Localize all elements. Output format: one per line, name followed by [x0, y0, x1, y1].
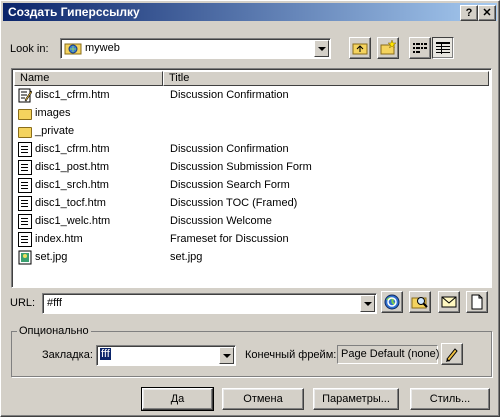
dialog-title: Создать Гиперссылку	[8, 5, 140, 19]
url-value: #fff	[47, 297, 62, 309]
html-edit-icon	[18, 88, 33, 103]
page-icon	[18, 178, 32, 193]
file-list-row[interactable]: disc1_cfrm.htm Discussion Confirmation	[14, 87, 484, 105]
optional-group-label: Опционально	[17, 325, 91, 337]
file-list-row[interactable]: disc1_post.htm Discussion Submission Form	[14, 159, 484, 177]
file-list-row[interactable]: index.htm Frameset for Discussion	[14, 231, 484, 249]
new-folder-button[interactable]	[377, 37, 399, 59]
new-page-icon	[471, 294, 483, 310]
file-list-row[interactable]: _private	[14, 123, 484, 141]
close-button[interactable]: ✕	[478, 5, 496, 21]
page-icon	[18, 232, 32, 247]
column-header-name[interactable]: Name	[14, 71, 163, 86]
file-list-row[interactable]: images	[14, 105, 484, 123]
file-name: index.htm	[35, 233, 83, 245]
file-list-row[interactable]: disc1_welc.htm Discussion Welcome	[14, 213, 484, 231]
page-icon	[18, 196, 32, 211]
look-in-dropdown-arrow[interactable]	[314, 40, 329, 57]
new-page-button[interactable]	[466, 291, 488, 313]
up-one-level-button[interactable]	[349, 37, 371, 59]
file-title: Discussion Confirmation	[170, 143, 289, 155]
edit-target-frame-button[interactable]	[441, 343, 463, 365]
bookmark-label: Закладка:	[42, 349, 93, 361]
bookmark-value: fff	[100, 348, 111, 360]
web-folder-icon	[64, 43, 82, 55]
page-icon	[18, 142, 32, 157]
file-name: disc1_cfrm.htm	[35, 143, 110, 155]
envelope-icon	[441, 296, 457, 308]
folder-icon	[18, 127, 32, 138]
target-frame-field: Page Default (none)	[337, 345, 440, 364]
browse-file-button[interactable]	[409, 291, 431, 313]
new-folder-icon	[380, 39, 397, 55]
file-title: Discussion TOC (Framed)	[170, 197, 298, 209]
file-title: Discussion Submission Form	[170, 161, 312, 173]
folder-up-icon	[352, 43, 368, 55]
create-hyperlink-dialog: Создать Гиперссылку ? ✕ Look in: myweb N…	[0, 0, 500, 417]
column-header-title[interactable]: Title	[163, 71, 489, 86]
look-in-label: Look in:	[10, 43, 49, 55]
web-browse-icon	[384, 294, 400, 310]
file-title: Discussion Search Form	[170, 179, 290, 191]
style-button[interactable]: Стиль...	[410, 388, 490, 410]
folder-icon	[18, 109, 32, 120]
file-name: disc1_post.htm	[35, 161, 109, 173]
cancel-button[interactable]: Отмена	[222, 388, 304, 410]
file-name: _private	[35, 125, 75, 137]
url-label: URL:	[10, 297, 36, 309]
file-title: Frameset for Discussion	[170, 233, 289, 245]
url-combo[interactable]: #fff	[42, 293, 377, 314]
look-in-combo[interactable]: myweb	[60, 38, 331, 59]
target-frame-value: Page Default (none)	[341, 348, 440, 360]
help-button[interactable]: ?	[460, 5, 478, 21]
email-link-button[interactable]	[438, 291, 460, 313]
page-icon	[18, 160, 32, 175]
file-name: disc1_welc.htm	[35, 215, 111, 227]
pencil-icon	[446, 348, 458, 362]
ok-button[interactable]: Да	[141, 387, 214, 411]
file-title: Discussion Welcome	[170, 215, 272, 227]
page-icon	[18, 214, 32, 229]
image-icon	[18, 250, 32, 265]
file-title: Discussion Confirmation	[170, 89, 289, 101]
details-view-icon	[436, 42, 450, 54]
file-list-row[interactable]: disc1_tocf.htm Discussion TOC (Framed)	[14, 195, 484, 213]
file-name: disc1_cfrm.htm	[35, 89, 110, 101]
bookmark-dropdown-arrow[interactable]	[219, 347, 234, 364]
file-name: set.jpg	[35, 251, 68, 263]
browse-web-button[interactable]	[381, 291, 403, 313]
parameters-button[interactable]: Параметры...	[313, 388, 399, 410]
search-folder-icon	[411, 297, 428, 309]
list-view-icon	[413, 43, 427, 53]
file-list-row[interactable]: disc1_srch.htm Discussion Search Form	[14, 177, 484, 195]
file-title: set.jpg	[170, 251, 203, 263]
file-list-row[interactable]: disc1_cfrm.htm Discussion Confirmation	[14, 141, 484, 159]
list-view-button[interactable]	[409, 37, 431, 59]
file-list-row[interactable]: set.jpg set.jpg	[14, 249, 484, 267]
look-in-value: myweb	[85, 42, 120, 54]
file-name: disc1_tocf.htm	[35, 197, 106, 209]
file-name: disc1_srch.htm	[35, 179, 109, 191]
file-name: images	[35, 107, 71, 119]
bookmark-combo[interactable]: fff	[96, 345, 236, 366]
url-dropdown-arrow[interactable]	[360, 295, 375, 312]
file-list[interactable]: Name Title disc1_cfrm.htm Discussion Conf…	[11, 68, 492, 288]
title-bar: Создать Гиперссылку ? ✕	[3, 3, 497, 21]
target-frame-label: Конечный фрейм:	[245, 349, 337, 361]
details-view-button[interactable]	[432, 37, 454, 59]
